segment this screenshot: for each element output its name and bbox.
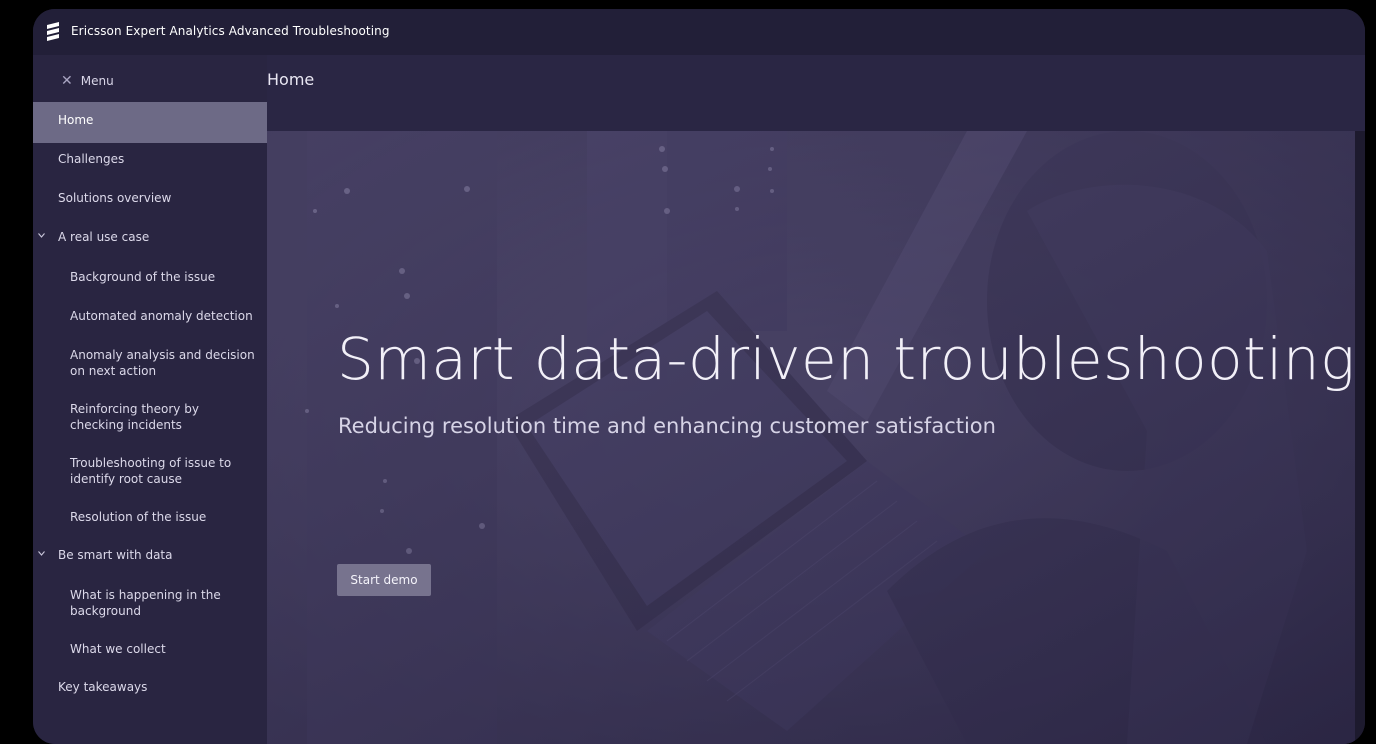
app-window: Ericsson Expert Analytics Advanced Troub… (33, 9, 1365, 744)
sidebar-item-what-is-happening[interactable]: What is happening in the background (33, 576, 267, 630)
sidebar-item-label: Be smart with data (58, 548, 173, 562)
sidebar-item-challenges[interactable]: Challenges (33, 141, 267, 180)
sidebar-item-troubleshooting-root-cause[interactable]: Troubleshooting of issue to identify roo… (33, 444, 267, 498)
hero-title: Smart data-driven troubleshooting (337, 325, 1355, 393)
sidebar-item-label: Home (58, 113, 94, 127)
sidebar-item-key-takeaways[interactable]: Key takeaways (33, 669, 267, 708)
start-demo-button[interactable]: Start demo (337, 564, 431, 596)
title-bar: Ericsson Expert Analytics Advanced Troub… (33, 9, 1365, 55)
hero-banner: Smart data-driven troubleshooting Reduci… (267, 131, 1355, 744)
sidebar-item-label: What we collect (70, 642, 166, 656)
sidebar-item-label: Challenges (58, 152, 125, 166)
sidebar-item-solutions-overview[interactable]: Solutions overview (33, 180, 267, 219)
sidebar-item-label: Troubleshooting of issue to identify roo… (70, 456, 232, 486)
sidebar-item-label: Automated anomaly detection (70, 309, 253, 323)
hero-subtitle: Reducing resolution time and enhancing c… (338, 414, 996, 438)
sidebar-item-label: Solutions overview (58, 191, 172, 205)
sidebar-item-home[interactable]: Home (33, 102, 267, 143)
sidebar-item-resolution-of-the-issue[interactable]: Resolution of the issue (33, 498, 267, 537)
ericsson-logo-icon (47, 22, 59, 41)
app-title: Ericsson Expert Analytics Advanced Troub… (71, 24, 390, 38)
sidebar-item-label: Resolution of the issue (70, 510, 207, 524)
chevron-down-icon (38, 551, 45, 556)
close-icon: ✕ (61, 73, 73, 89)
sidebar-item-reinforcing-theory[interactable]: Reinforcing theory by checking incidents (33, 390, 267, 444)
chevron-down-icon (38, 233, 45, 238)
sidebar-item-label: Background of the issue (70, 270, 216, 284)
sidebar-item-what-we-collect[interactable]: What we collect (33, 630, 267, 669)
menu-toggle-button[interactable]: ✕ Menu (61, 73, 114, 89)
right-edge-panel (1355, 131, 1365, 744)
sidebar-item-label: Key takeaways (58, 680, 148, 694)
content-header: Home (267, 55, 1365, 131)
sidebar-item-be-smart-with-data[interactable]: Be smart with data (33, 537, 267, 576)
page-title: Home (267, 70, 315, 89)
sidebar-item-label: Anomaly analysis and decision on next ac… (70, 348, 255, 378)
sidebar-item-label: A real use case (58, 230, 150, 244)
sidebar-item-automated-anomaly-detection[interactable]: Automated anomaly detection (33, 297, 267, 336)
menu-label: Menu (80, 74, 114, 88)
sidebar-item-anomaly-analysis[interactable]: Anomaly analysis and decision on next ac… (33, 336, 267, 390)
sidebar-item-a-real-use-case[interactable]: A real use case (33, 219, 267, 258)
sidebar-item-background-of-the-issue[interactable]: Background of the issue (33, 258, 267, 297)
sidebar-item-label: Reinforcing theory by checking incidents (70, 402, 199, 432)
sidebar-item-label: What is happening in the background (70, 588, 221, 618)
sidebar: ✕ Menu Home Challenges Solutions overvie… (33, 55, 267, 744)
